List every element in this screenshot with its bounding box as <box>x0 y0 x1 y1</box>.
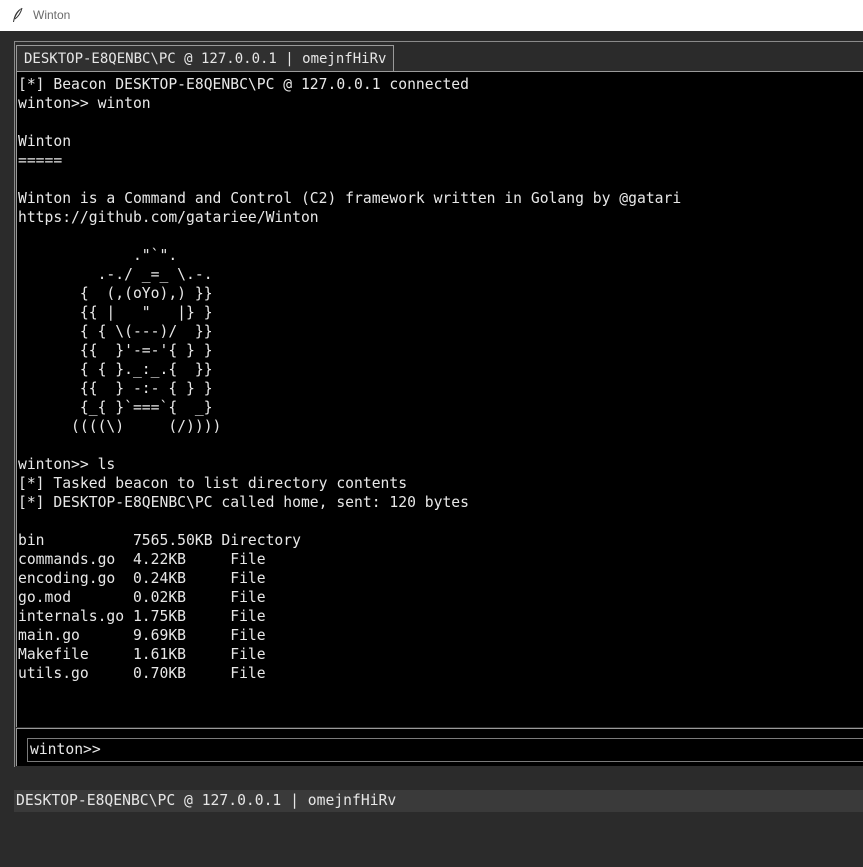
console-line: encoding.go 0.24KB File <box>18 570 266 587</box>
console-line: main.go 9.69KB File <box>18 627 266 644</box>
console-output: [*] Beacon DESKTOP-E8QENBC\PC @ 127.0.0.… <box>16 71 863 727</box>
console-line: https://github.com/gatariee/Winton <box>18 209 319 226</box>
console-line: [*] DESKTOP-E8QENBC\PC called home, sent… <box>18 494 469 511</box>
tab-session[interactable]: DESKTOP-E8QENBC\PC @ 127.0.0.1 | omejnfH… <box>16 45 395 72</box>
panel-divider <box>0 767 863 787</box>
console-line: go.mod 0.02KB File <box>18 589 266 606</box>
console-line: bin 7565.50KB Directory <box>18 532 301 549</box>
console-line: commands.go 4.22KB File <box>18 551 266 568</box>
console-line: ."`". <box>18 247 178 264</box>
console-line: Winton is a Command and Control (C2) fra… <box>18 190 682 207</box>
console-line: Makefile 1.61KB File <box>18 646 266 663</box>
console-line: Winton <box>18 133 72 150</box>
second-session-panel: DESKTOP-E8QENBC\PC @ 127.0.0.1 | omejnfH… <box>14 787 863 867</box>
console-line: internals.go 1.75KB File <box>18 608 266 625</box>
console-line: [*] Beacon DESKTOP-E8QENBC\PC @ 127.0.0.… <box>18 76 469 93</box>
console-line: { { }._:_.{ }} <box>18 361 213 378</box>
console-line: {{ } -:- { } } <box>18 380 213 397</box>
console-line: {{ }'-=-'{ } } <box>18 342 213 359</box>
console-line: [*] Tasked beacon to list directory cont… <box>18 475 408 492</box>
console-line: {{ | " |} } <box>18 304 213 321</box>
command-input-bar: winton>> <box>16 728 863 766</box>
toolbar-strip <box>0 31 863 37</box>
command-input[interactable]: winton>> <box>27 738 863 762</box>
console-line: ===== <box>18 152 63 169</box>
console-line: winton>> winton <box>18 95 151 112</box>
console-line: .-./ _=_ \.-. <box>18 266 213 283</box>
console-line: ((((\) (/)))) <box>18 418 222 435</box>
window-titlebar: Winton <box>0 0 863 31</box>
second-session-label: DESKTOP-E8QENBC\PC @ 127.0.0.1 | omejnfH… <box>16 792 397 809</box>
window-title: Winton <box>33 8 71 22</box>
console-line: { (,(oYo),) }} <box>18 285 213 302</box>
second-session-header[interactable]: DESKTOP-E8QENBC\PC @ 127.0.0.1 | omejnfH… <box>14 790 863 812</box>
feather-icon <box>13 7 23 22</box>
console-line: { { \(---)/ }} <box>18 323 213 340</box>
console-line: {_{ }`===`{ _} <box>18 399 213 416</box>
console-line: utils.go 0.70KB File <box>18 665 266 682</box>
console-line: winton>> ls <box>18 456 116 473</box>
command-prompt: winton>> <box>30 741 101 758</box>
